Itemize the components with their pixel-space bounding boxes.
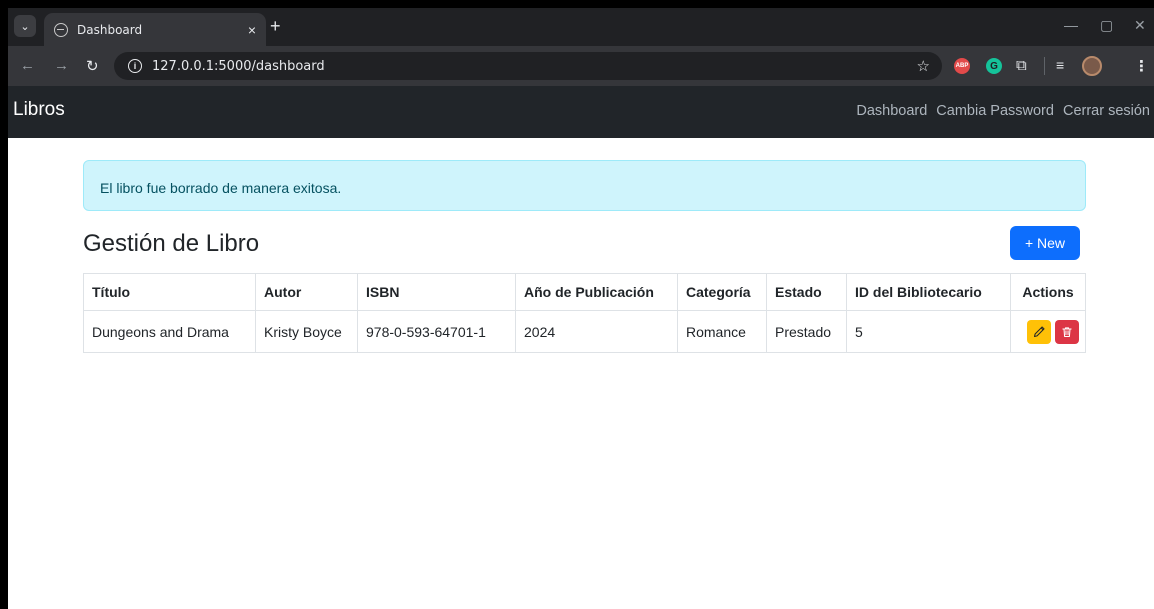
- back-icon[interactable]: ←: [20, 57, 35, 74]
- trash-icon: [1062, 326, 1072, 337]
- pencil-icon: [1033, 325, 1045, 337]
- col-header-librarian-id: ID del Bibliotecario: [846, 273, 1011, 311]
- nav-link-change-password[interactable]: Cambia Password: [936, 103, 1054, 119]
- col-header-status: Estado: [766, 273, 847, 311]
- col-header-author: Autor: [255, 273, 358, 311]
- col-header-actions: Actions: [1010, 273, 1086, 311]
- url-text[interactable]: 127.0.0.1:5000/dashboard: [152, 59, 325, 74]
- delete-button[interactable]: [1055, 319, 1079, 344]
- col-header-category: Categoría: [677, 273, 767, 311]
- bookmark-star-icon[interactable]: ☆: [917, 57, 930, 75]
- col-header-year: Año de Publicación: [515, 273, 678, 311]
- new-tab-icon[interactable]: +: [270, 17, 281, 35]
- navbar-brand[interactable]: Libros: [13, 99, 65, 121]
- forward-icon[interactable]: →: [54, 57, 69, 74]
- browser-toolbar: ← → ↻ i 127.0.0.1:5000/dashboard ☆ ABP G…: [8, 46, 1154, 86]
- profile-avatar[interactable]: [1082, 56, 1102, 76]
- table-row: Dungeons and Drama Kristy Boyce 978-0-59…: [83, 310, 1086, 353]
- table-header-row: Título Autor ISBN Año de Publicación Cat…: [83, 273, 1086, 311]
- site-info-icon[interactable]: i: [128, 59, 142, 73]
- globe-icon: [54, 22, 68, 37]
- restore-icon[interactable]: ▢: [1100, 17, 1113, 34]
- cell-category: Romance: [677, 310, 767, 353]
- col-header-isbn: ISBN: [357, 273, 516, 311]
- cell-isbn: 978-0-593-64701-1: [357, 310, 516, 353]
- adblock-extension-icon[interactable]: ABP: [954, 58, 970, 74]
- cell-status: Prestado: [766, 310, 847, 353]
- books-table: Título Autor ISBN Año de Publicación Cat…: [83, 273, 1086, 353]
- tab-close-icon[interactable]: ×: [248, 23, 256, 37]
- tab-search-chevron-icon[interactable]: ⌄: [14, 15, 36, 37]
- cell-actions: [1010, 310, 1086, 353]
- main-content: El libro fue borrado de manera exitosa. …: [83, 160, 1086, 353]
- tab-dashboard[interactable]: Dashboard ×: [44, 13, 266, 46]
- nav-link-dashboard[interactable]: Dashboard: [856, 103, 927, 119]
- cell-author: Kristy Boyce: [255, 310, 358, 353]
- new-book-button[interactable]: + New: [1010, 226, 1080, 260]
- browser-menu-icon[interactable]: ⋮: [1134, 57, 1149, 75]
- row-actions: [1017, 319, 1079, 344]
- page-header: Gestión de Libro + New: [83, 211, 1086, 273]
- minimize-icon[interactable]: —: [1064, 17, 1078, 33]
- nav-link-logout[interactable]: Cerrar sesión: [1063, 103, 1150, 119]
- address-bar[interactable]: i 127.0.0.1:5000/dashboard ☆: [114, 52, 942, 80]
- success-alert: El libro fue borrado de manera exitosa.: [83, 160, 1086, 211]
- cell-year: 2024: [515, 310, 678, 353]
- app-navbar: Libros Dashboard Cambia Password Cerrar …: [8, 86, 1154, 138]
- extensions-puzzle-icon[interactable]: ⧉: [1016, 57, 1027, 74]
- browser-window: ⌄ Dashboard × + — ▢ ✕ ← → ↻ i 127.0.0.1:…: [8, 8, 1154, 609]
- reload-icon[interactable]: ↻: [86, 57, 99, 75]
- cell-title: Dungeons and Drama: [83, 310, 256, 353]
- tab-strip: ⌄ Dashboard × + — ▢ ✕: [8, 8, 1154, 46]
- col-header-title: Título: [83, 273, 256, 311]
- close-window-icon[interactable]: ✕: [1134, 17, 1146, 34]
- tab-title: Dashboard: [77, 22, 143, 37]
- reading-list-icon[interactable]: ≡: [1056, 57, 1064, 73]
- navbar-links: Dashboard Cambia Password Cerrar sesión: [847, 103, 1150, 119]
- edit-button[interactable]: [1027, 319, 1051, 344]
- cell-librarian-id: 5: [846, 310, 1011, 353]
- grammarly-extension-icon[interactable]: G: [986, 58, 1002, 74]
- toolbar-separator: [1044, 57, 1045, 75]
- page-title: Gestión de Libro: [83, 230, 260, 257]
